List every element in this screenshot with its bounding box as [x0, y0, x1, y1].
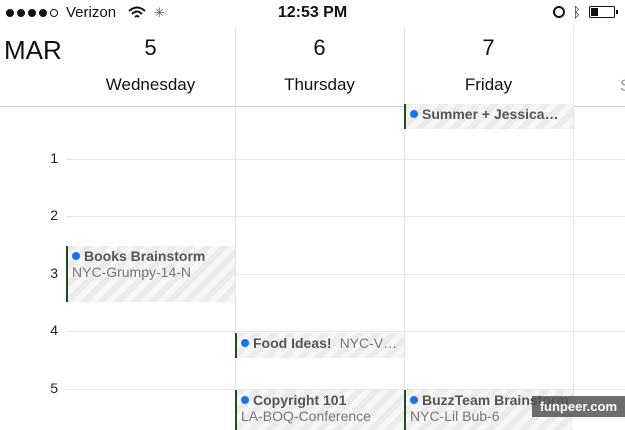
day-grid[interactable]: 1 2 3 4 5 Summer + Jessica… Books Brains…	[0, 26, 625, 430]
event-calendar-dot	[241, 339, 249, 347]
event-calendar-dot	[410, 110, 418, 118]
status-bar: Verizon ✳ 12:53 PM ᛒ	[0, 0, 625, 26]
day-name: Wednesday	[105, 75, 196, 94]
event-location: LA-BOQ-Conference	[241, 408, 371, 424]
hour-label: 4	[50, 322, 58, 338]
day-header-saturday-partial: S	[620, 76, 625, 96]
hour-line	[66, 331, 625, 332]
event-title: Food Ideas!	[253, 335, 332, 351]
day-header-wednesday[interactable]: 5 Wednesday	[66, 26, 235, 106]
hour-label: 5	[50, 380, 58, 396]
event-title: Copyright 101	[253, 392, 347, 408]
hour-label: 3	[50, 265, 58, 281]
event-title: Summer + Jessica…	[422, 106, 559, 122]
event-location: NYC-V…	[339, 335, 398, 351]
column-divider	[573, 26, 574, 417]
month-label: MAR	[4, 35, 62, 65]
column-divider	[404, 26, 405, 417]
day-number: 5	[144, 35, 157, 60]
day-number: 7	[482, 35, 495, 60]
event-calendar-dot	[241, 396, 249, 404]
hour-label: 2	[50, 207, 58, 223]
hour-label: 1	[50, 150, 58, 166]
day-name: Friday	[464, 75, 513, 94]
battery-level	[591, 8, 599, 16]
hour-line	[66, 159, 625, 160]
watermark: funpeer.com	[531, 396, 625, 417]
event-calendar-dot	[410, 396, 418, 404]
bluetooth-icon: ᛒ	[572, 4, 581, 20]
event-calendar-dot	[72, 252, 80, 260]
status-time: 12:53 PM	[277, 4, 348, 21]
event-location: NYC-Grumpy-14-N	[72, 264, 192, 280]
day-number: 6	[313, 35, 326, 60]
event-food-ideas[interactable]: Food Ideas! NYC-V…	[235, 333, 404, 358]
day-header-thursday[interactable]: 6 Thursday	[235, 26, 404, 106]
column-divider	[235, 26, 236, 417]
event-books-brainstorm[interactable]: Books Brainstorm NYC-Grumpy-14-N	[66, 246, 235, 302]
event-summer-jessica[interactable]: Summer + Jessica…	[404, 104, 573, 129]
day-header-friday[interactable]: 7 Friday	[404, 26, 573, 106]
week-header: MAR 5 Wednesday 6 Thursday 7 Friday S	[0, 26, 625, 107]
hour-line	[66, 216, 625, 217]
event-copyright-101[interactable]: Copyright 101 LA-BOQ-Conference	[235, 390, 404, 430]
day-name: Thursday	[284, 75, 355, 94]
alarm-icon	[552, 6, 565, 18]
battery-icon	[589, 6, 618, 18]
event-title: Books Brainstorm	[84, 248, 206, 264]
